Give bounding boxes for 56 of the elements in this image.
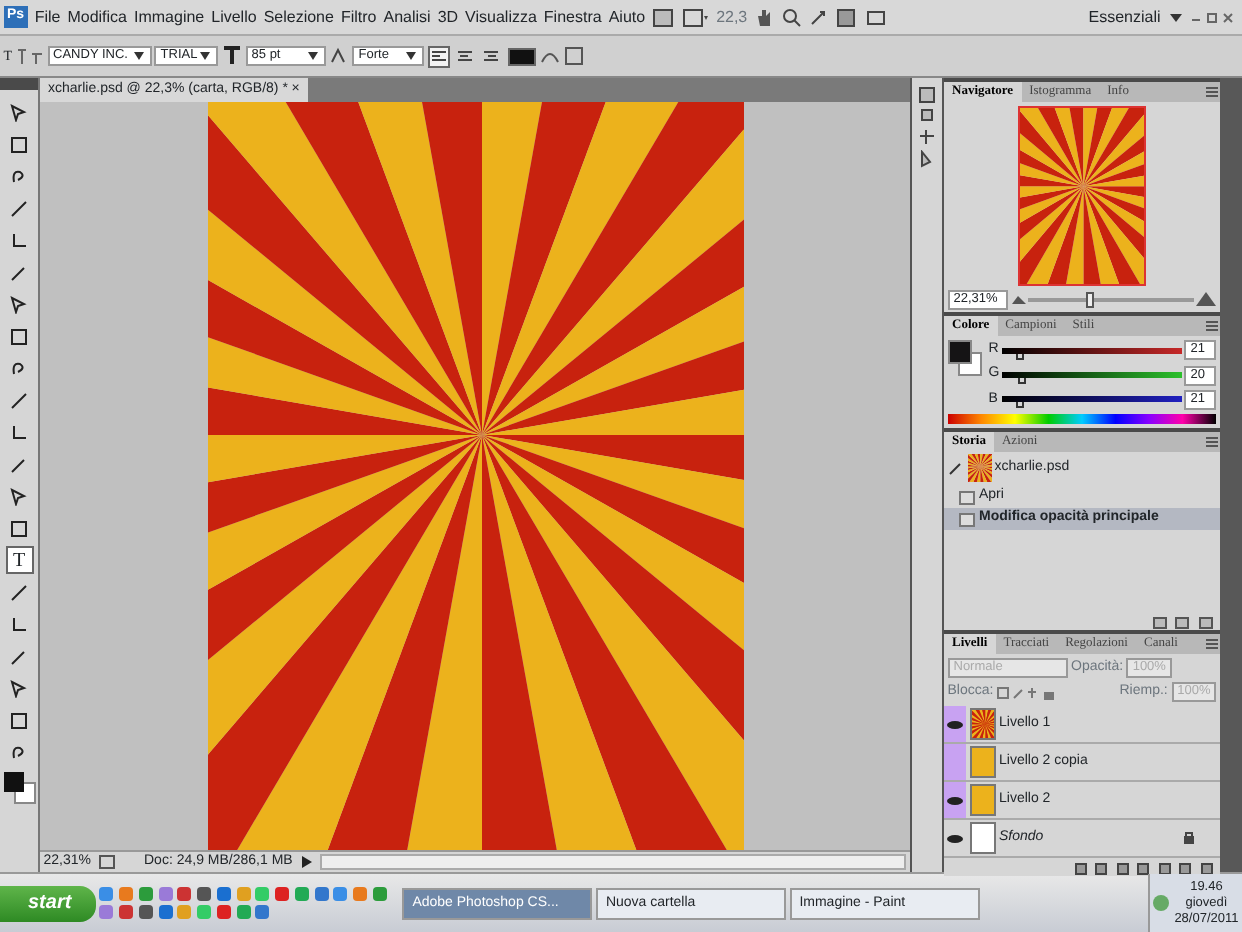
menu-item[interactable]: Immagine bbox=[134, 5, 205, 29]
orientation-icon[interactable] bbox=[15, 46, 44, 66]
arrow-right-icon[interactable] bbox=[299, 854, 314, 870]
panel-menu-icon[interactable] bbox=[1204, 636, 1220, 652]
color-slider[interactable] bbox=[1002, 372, 1181, 378]
panel-menu-icon[interactable] bbox=[1204, 433, 1220, 449]
caret-icon bbox=[305, 50, 320, 62]
antialias-icon bbox=[329, 46, 350, 66]
screen-mode-icon[interactable] bbox=[681, 7, 710, 27]
caret-icon bbox=[404, 50, 419, 62]
workspace-menu[interactable]: Essenziali bbox=[1088, 5, 1161, 29]
menu-item[interactable]: File bbox=[34, 5, 61, 29]
menu-item[interactable]: Modifica bbox=[67, 5, 127, 29]
menu-item[interactable]: Filtro bbox=[340, 5, 377, 29]
align-center-button[interactable] bbox=[453, 45, 476, 67]
align-left-button[interactable] bbox=[428, 45, 451, 67]
color-slider[interactable] bbox=[1001, 396, 1181, 403]
hand-icon[interactable] bbox=[754, 7, 775, 27]
color-swatches-icon[interactable] bbox=[4, 772, 36, 804]
menu-item[interactable]: Analisi bbox=[383, 5, 431, 29]
eye-icon[interactable] bbox=[946, 795, 964, 806]
panel-menu-icon[interactable] bbox=[1204, 318, 1220, 335]
toolbar-grip[interactable] bbox=[0, 78, 38, 90]
text-color-swatch[interactable] bbox=[508, 47, 537, 65]
caret-icon bbox=[131, 50, 146, 62]
type-tool[interactable]: T bbox=[5, 546, 33, 574]
menu-item[interactable]: 3D bbox=[437, 5, 459, 29]
font-size-icon bbox=[222, 46, 243, 66]
color-slider[interactable] bbox=[1002, 347, 1181, 354]
align-right-button[interactable] bbox=[479, 45, 502, 67]
color-swatches-icon[interactable] bbox=[947, 340, 982, 376]
zoom-in-icon[interactable] bbox=[1196, 292, 1217, 306]
panel-icon[interactable] bbox=[918, 149, 936, 168]
panel-menu-icon[interactable] bbox=[1204, 84, 1220, 100]
eye-icon[interactable] bbox=[946, 719, 964, 730]
horizontal-scrollbar[interactable] bbox=[320, 854, 907, 870]
zoom-out-icon[interactable] bbox=[1011, 293, 1025, 305]
zoom-slider-thumb[interactable] bbox=[1086, 291, 1095, 307]
window-controls-icon[interactable] bbox=[1190, 9, 1239, 25]
panel-icon[interactable] bbox=[918, 128, 936, 146]
menu-item[interactable]: Livello bbox=[211, 5, 257, 29]
menu-item[interactable]: Selezione bbox=[263, 5, 334, 29]
lock-options-icon[interactable] bbox=[996, 685, 1057, 700]
eye-icon[interactable] bbox=[946, 833, 964, 844]
caret-icon[interactable] bbox=[1167, 9, 1184, 25]
history-brush-icon[interactable] bbox=[947, 460, 964, 477]
menu-item[interactable]: Aiuto bbox=[608, 5, 646, 29]
menu-item[interactable]: Finestra bbox=[543, 5, 602, 29]
menu-item[interactable]: Visualizza bbox=[465, 5, 537, 29]
caret-icon bbox=[198, 50, 213, 62]
color-spectrum-ramp[interactable] bbox=[947, 413, 1217, 424]
slider-thumb[interactable] bbox=[1015, 402, 1024, 409]
zoom-icon[interactable] bbox=[781, 7, 802, 27]
slider-thumb[interactable] bbox=[1016, 353, 1025, 360]
status-icon[interactable] bbox=[98, 854, 116, 870]
slider-thumb[interactable] bbox=[1017, 378, 1026, 384]
